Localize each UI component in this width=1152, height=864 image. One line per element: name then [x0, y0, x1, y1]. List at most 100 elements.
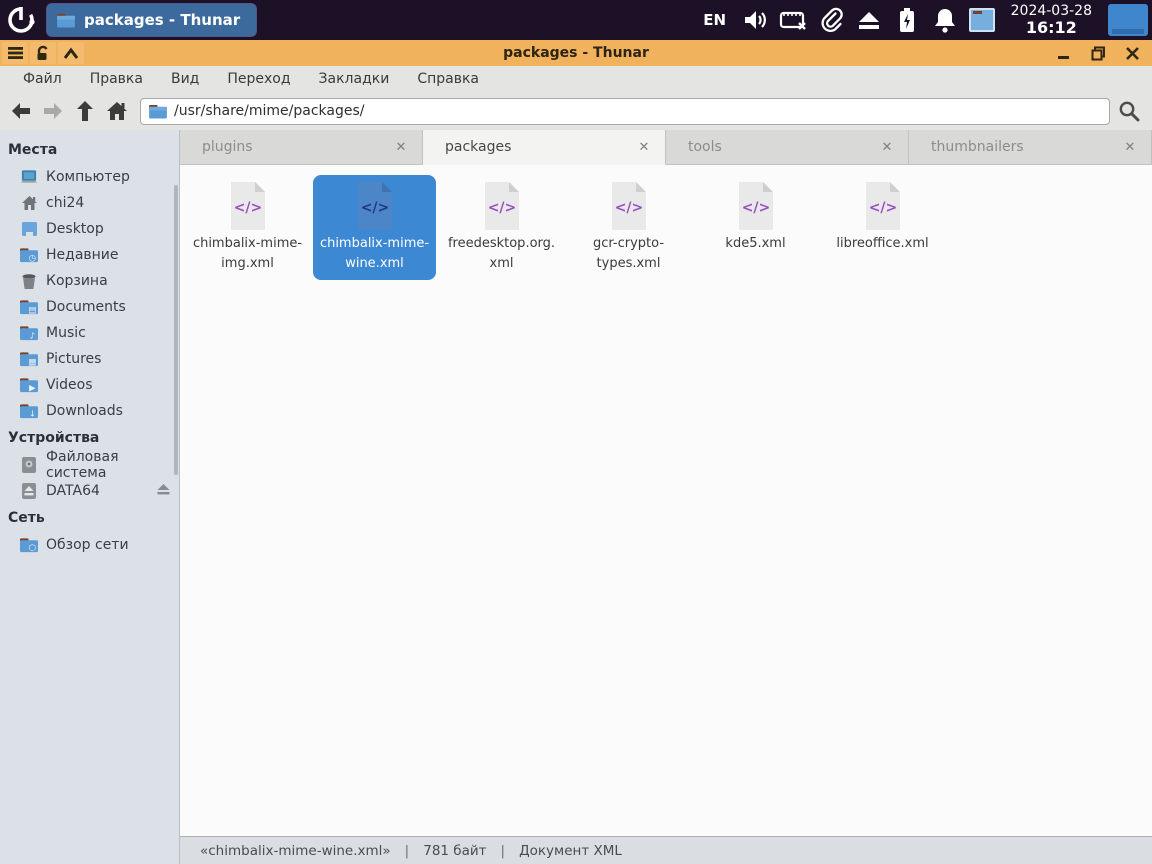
svg-text:</>: </>: [741, 200, 770, 216]
tab-label: plugins: [202, 139, 253, 155]
window-titlebar[interactable]: packages - Thunar: [0, 40, 1152, 66]
sidebar-item-label: Downloads: [46, 403, 123, 419]
top-panel: packages - Thunar EN 2024-03-28 16:12: [0, 0, 1152, 40]
tab-close-icon[interactable]: ✕: [1121, 138, 1139, 156]
menu-item-3[interactable]: Переход: [214, 68, 303, 90]
path-bar[interactable]: /usr/share/mime/packages/: [140, 97, 1110, 125]
tab-close-icon[interactable]: ✕: [635, 138, 653, 156]
sidebar-item-label: Компьютер: [46, 169, 130, 185]
unlock-icon[interactable]: [30, 42, 56, 64]
path-text: /usr/share/mime/packages/: [174, 103, 365, 119]
sidebar-item-label: Недавние: [46, 247, 119, 263]
file-item-kde5.xml[interactable]: </> kde5.xml: [694, 175, 817, 280]
forward-button[interactable]: [38, 96, 68, 126]
sidebar-item-компьютер[interactable]: Компьютер: [0, 164, 179, 190]
folder-icon: [57, 13, 75, 28]
thunar-window: packages - Thunar Файл Правка Вид Переход За…: [0, 40, 1152, 864]
sidebar-item-data64[interactable]: DATA64: [0, 478, 179, 504]
sidebar-section-header: Устройства: [8, 430, 100, 446]
attachment-icon[interactable]: [817, 5, 845, 35]
search-icon[interactable]: [1112, 96, 1146, 126]
toolbar: /usr/share/mime/packages/: [0, 92, 1152, 130]
home-button[interactable]: [102, 96, 132, 126]
back-button[interactable]: [6, 96, 36, 126]
restore-icon[interactable]: [1088, 43, 1108, 63]
tab-plugins[interactable]: plugins ✕: [180, 130, 423, 165]
menu-item-5[interactable]: Справка: [404, 68, 492, 90]
tab-tools[interactable]: tools ✕: [666, 130, 909, 165]
xml-file-icon: </>: [861, 181, 905, 231]
home-small-icon: [20, 195, 38, 211]
folder-pictures-icon: ▦: [20, 351, 38, 367]
sidebar-item-label: Pictures: [46, 351, 102, 367]
menu-item-1[interactable]: Правка: [77, 68, 156, 90]
keyboard-off-icon[interactable]: [779, 5, 807, 35]
svg-text:</>: </>: [233, 200, 262, 216]
xml-file-icon: </>: [607, 181, 651, 231]
sidebar-item-label: Music: [46, 325, 86, 341]
workspace-pager[interactable]: [1108, 3, 1148, 36]
svg-text:</>: </>: [487, 200, 516, 216]
file-label: freedesktop.org. xml: [447, 236, 556, 271]
sidebar-item-файловая-система[interactable]: Файловая система: [0, 449, 179, 481]
tray-app-icon[interactable]: [968, 7, 995, 32]
sidebar-scrollbar[interactable]: [174, 185, 178, 475]
sidebar-item-documents[interactable]: ▤ Documents: [0, 294, 179, 320]
menu-item-4[interactable]: Закладки: [306, 68, 403, 90]
sidebar-item-label: Корзина: [46, 273, 108, 289]
close-icon[interactable]: [1122, 43, 1142, 63]
sidebar-item-корзина[interactable]: Корзина: [0, 268, 179, 294]
eject-icon[interactable]: [855, 5, 883, 35]
window-title: packages - Thunar: [503, 45, 649, 61]
eject-small-icon[interactable]: [156, 483, 171, 500]
menubar: Файл Правка Вид Переход Закладки Справка: [0, 66, 1152, 92]
file-item-freedesktop.org.xml[interactable]: </> freedesktop.org. xml: [440, 175, 563, 280]
menu-item-2[interactable]: Вид: [158, 68, 212, 90]
notifications-bell-icon[interactable]: [931, 5, 959, 35]
keyboard-layout-indicator[interactable]: EN: [699, 5, 731, 35]
tab-label: thumbnailers: [931, 139, 1024, 155]
file-item-libreoffice.xml[interactable]: </> libreoffice.xml: [821, 175, 944, 280]
file-item-chimbalix-mime-img.xml[interactable]: </> chimbalix-mime-img.xml: [186, 175, 309, 280]
sidebar-item-videos[interactable]: ▶ Videos: [0, 372, 179, 398]
sidebar-item-music[interactable]: ♪ Music: [0, 320, 179, 346]
folder-music-icon: ♪: [20, 325, 38, 341]
volume-icon[interactable]: [741, 5, 769, 35]
tab-thumbnailers[interactable]: thumbnailers ✕: [909, 130, 1152, 165]
rollup-icon[interactable]: [58, 42, 84, 64]
menu-item-0[interactable]: Файл: [10, 68, 75, 90]
sidebar-item-label: DATA64: [46, 483, 100, 499]
desktop-icon: [20, 221, 38, 237]
tab-close-icon[interactable]: ✕: [392, 138, 410, 156]
sidebar-item-desktop[interactable]: Desktop: [0, 216, 179, 242]
folder-icon: [149, 104, 167, 119]
minimize-icon[interactable]: [1054, 43, 1074, 63]
file-label: chimbalix-mime-img.xml: [192, 236, 303, 271]
tab-bar: plugins ✕ packages ✕ tools ✕ thumbnailers ✕: [180, 130, 1152, 165]
chimbalix-logo-icon[interactable]: [0, 0, 44, 40]
sidebar-item-pictures[interactable]: ▦ Pictures: [0, 346, 179, 372]
tab-label: packages: [445, 139, 512, 155]
tab-close-icon[interactable]: ✕: [878, 138, 896, 156]
svg-text:↓: ↓: [29, 410, 36, 419]
window-menu-icon[interactable]: [2, 42, 28, 64]
sidebar-item-обзор-сети[interactable]: ⬡ Обзор сети: [0, 532, 179, 558]
battery-charging-icon[interactable]: [893, 5, 921, 35]
sidebar: Места Компьютер chi24 Desktop ◷ Недавние Корзи…: [0, 130, 180, 864]
taskbar-window-label: packages - Thunar: [84, 11, 241, 29]
file-item-chimbalix-mime-wine.xml[interactable]: </> chimbalix-mime-wine.xml: [313, 175, 436, 280]
file-item-gcr-crypto-types.xml[interactable]: </> gcr-crypto-types.xml: [567, 175, 690, 280]
status-type: Документ XML: [519, 842, 622, 859]
clock-widget[interactable]: 2024-03-28 16:12: [1005, 3, 1098, 37]
file-label: gcr-crypto-types.xml: [592, 236, 665, 271]
sidebar-item-downloads[interactable]: ↓ Downloads: [0, 398, 179, 424]
sidebar-item-label: chi24: [46, 195, 85, 211]
tab-packages[interactable]: packages ✕: [423, 130, 666, 165]
taskbar-window-button[interactable]: packages - Thunar: [46, 3, 258, 37]
sidebar-item-chi24[interactable]: chi24: [0, 190, 179, 216]
status-separator: |: [500, 842, 506, 859]
sidebar-item-недавние[interactable]: ◷ Недавние: [0, 242, 179, 268]
folder-downloads-icon: ↓: [20, 403, 38, 419]
sidebar-item-label: Videos: [46, 377, 93, 393]
up-button[interactable]: [70, 96, 100, 126]
